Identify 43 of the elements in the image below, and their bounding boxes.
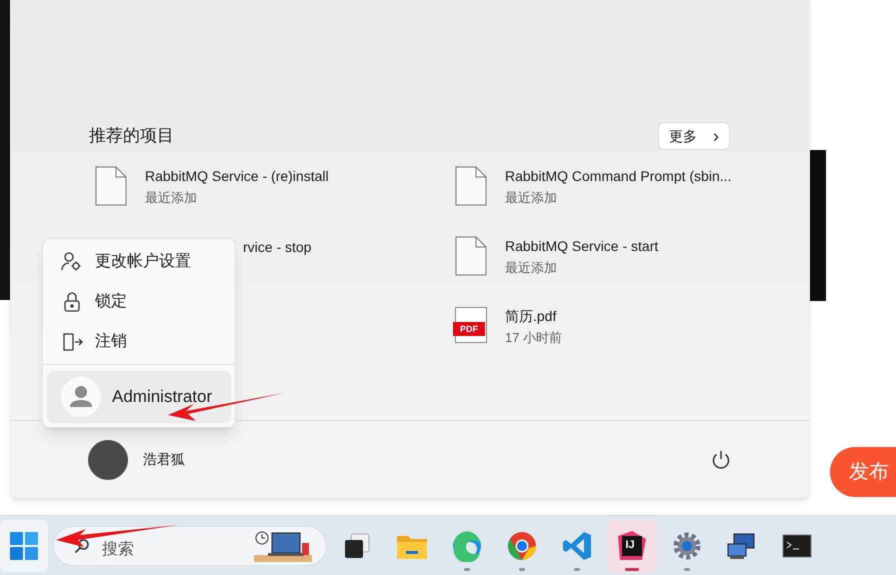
account-settings-icon [61, 251, 83, 273]
edge-browser-icon [450, 530, 482, 562]
section-title: 推荐的项目 [89, 125, 174, 148]
running-indicator [518, 568, 524, 570]
item-subtitle: 最近添加 [505, 189, 558, 207]
sign-out-icon [61, 331, 83, 353]
user-name[interactable]: 浩君狐 [143, 449, 185, 470]
search-field[interactable]: 搜索 [53, 526, 327, 566]
running-indicator [574, 568, 580, 570]
search-input[interactable]: 搜索 [102, 538, 242, 562]
more-button[interactable]: 更多 › [658, 122, 730, 150]
running-indicator [464, 568, 470, 570]
item-title[interactable]: RabbitMQ Service - (re)install [145, 166, 329, 187]
item-subtitle: 17 小时前 [505, 329, 562, 347]
desk-laptop-drawing [254, 528, 314, 562]
file-icon [455, 166, 487, 206]
item-title[interactable]: RabbitMQ Command Prompt (sbin... [505, 166, 732, 187]
menu-item[interactable]: 注销 [47, 322, 231, 362]
start-button[interactable] [0, 520, 48, 572]
gear-icon [670, 530, 702, 562]
item-subtitle: 最近添加 [145, 189, 198, 207]
file-icon [455, 236, 487, 276]
avatar-icon [61, 377, 101, 417]
user-avatar[interactable] [88, 440, 128, 480]
power-icon[interactable] [710, 448, 732, 470]
running-indicator [624, 568, 638, 570]
chrome-browser-icon [506, 530, 538, 562]
pdf-file-icon: PDF [455, 307, 487, 343]
user-switch-item[interactable]: Administrator [47, 371, 231, 423]
running-indicator [684, 568, 690, 570]
item-subtitle: 最近添加 [505, 259, 558, 277]
item-title[interactable]: 简历.pdf [505, 306, 562, 327]
item-title[interactable]: RabbitMQ Service - start [505, 236, 658, 257]
search-icon [74, 538, 90, 554]
ide-logo-label: IJ [626, 538, 635, 552]
menu-item[interactable]: 锁定 [47, 282, 231, 322]
ide-icon [616, 530, 648, 562]
windows-logo-icon [9, 530, 39, 560]
file-icon [95, 166, 127, 206]
code-editor-icon [560, 530, 592, 562]
taskbar-app-button[interactable]: IJ [606, 520, 656, 572]
menu-item[interactable]: 更改帐户设置 [47, 242, 231, 282]
item-title[interactable]: rvice - stop [243, 237, 312, 258]
